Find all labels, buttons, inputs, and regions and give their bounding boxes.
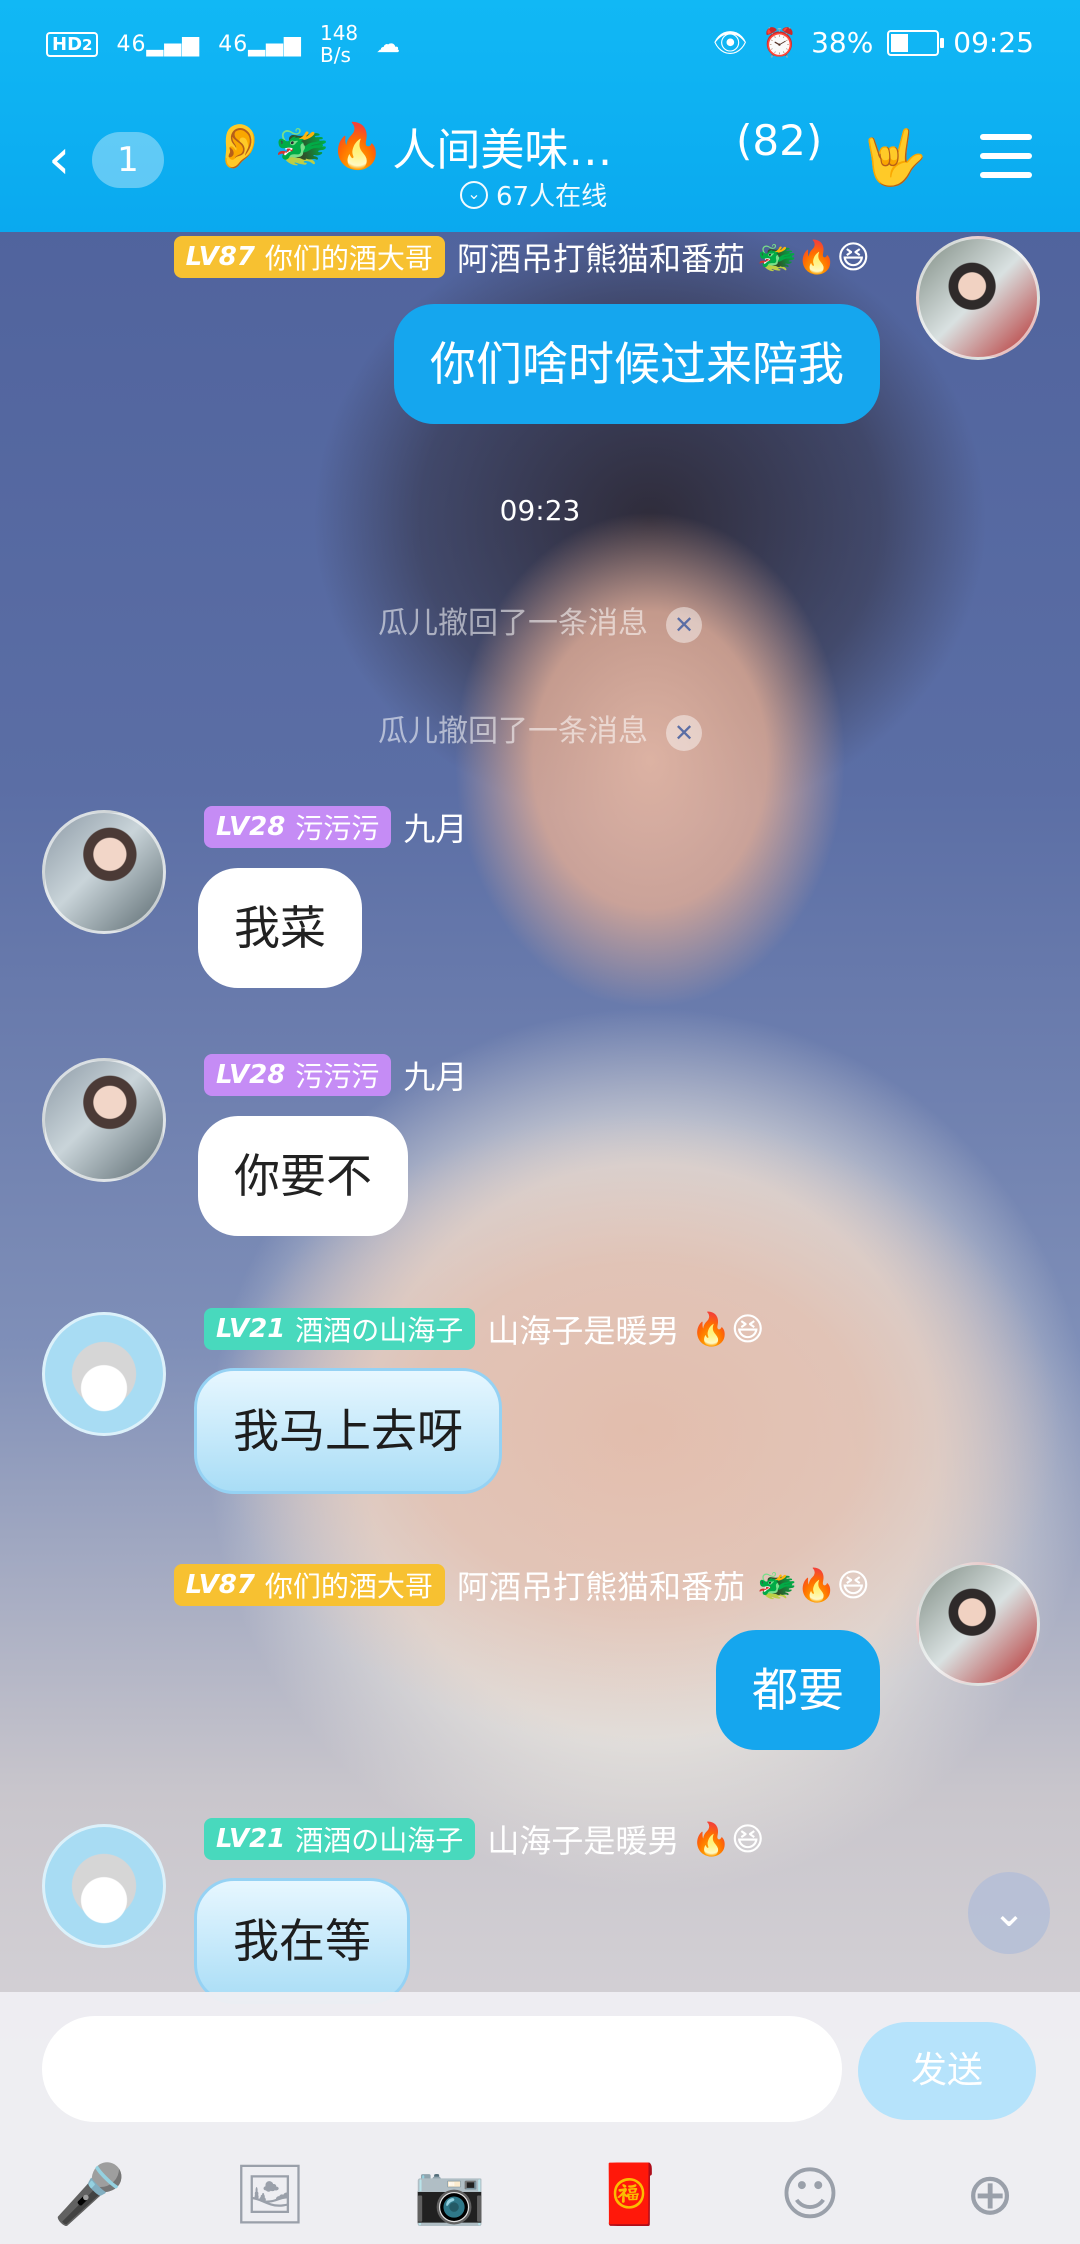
sender-meta: LV21 酒酒の山海子 山海子是暖男 🔥😆 [204, 1306, 765, 1352]
online-count: 67人在线 [496, 182, 608, 212]
title-emoji: 🐲🔥 [274, 121, 385, 172]
emoji-icon[interactable]: ☺ [768, 2152, 852, 2236]
cloud-icon: ☁ [376, 30, 401, 58]
unread-badge[interactable]: 1 [92, 132, 164, 188]
sender-emoji: 🐲🔥😆 [756, 1566, 870, 1604]
close-icon[interactable]: ✕ [666, 607, 702, 643]
sender-meta: LV87 你们的酒大哥 阿酒吊打熊猫和番茄 🐲🔥😆 [173, 234, 870, 280]
message-row: LV21 酒酒の山海子 山海子是暖男 🔥😆 我马上去呀 [0, 1306, 1080, 1546]
red-packet-icon[interactable]: 🧧 [588, 2152, 672, 2236]
signal-icon-2: 46▂▄▆ [218, 31, 302, 57]
message-bubble[interactable]: 都要 [716, 1630, 880, 1750]
status-left: HD2 46▂▄▆ 46▂▄▆ 148 B/s ☁ [46, 22, 400, 66]
level-badge: LV21 酒酒の山海子 [204, 1818, 476, 1860]
top-bar: HD2 46▂▄▆ 46▂▄▆ 148 B/s ☁ 👁 ⏰ 38% 09:25 ‹… [0, 0, 1080, 232]
message-row: LV87 你们的酒大哥 阿酒吊打熊猫和番茄 🐲🔥😆 都要 [0, 1562, 1080, 1782]
avatar[interactable] [42, 1058, 166, 1182]
input-area: 发送 🎤 🖼 📷 🧧 ☺ ⊕ [0, 1992, 1080, 2244]
message-bubble[interactable]: 你要不 [198, 1116, 408, 1236]
level-badge: LV87 你们的酒大哥 [173, 236, 445, 278]
chevron-down-icon: ⌄ [460, 180, 488, 209]
sender-emoji: 🐲🔥😆 [756, 238, 870, 276]
sender-name: 阿酒吊打熊猫和番茄 [456, 240, 745, 278]
avatar[interactable] [42, 1312, 166, 1436]
avatar[interactable] [42, 1824, 166, 1948]
avatar[interactable] [42, 810, 166, 934]
sender-meta: LV28 污污污 九月 [204, 1052, 467, 1098]
recall-notice: 瓜儿撤回了一条消息 ✕ [0, 598, 1080, 643]
sender-meta: LV87 你们的酒大哥 阿酒吊打熊猫和番茄 🐲🔥😆 [173, 1562, 870, 1608]
chat-app: HD2 46▂▄▆ 46▂▄▆ 148 B/s ☁ 👁 ⏰ 38% 09:25 ‹… [0, 0, 1080, 2244]
sender-name: 山海子是暖男 [487, 1312, 680, 1350]
level-badge: LV87 你们的酒大哥 [173, 1564, 445, 1606]
recall-notice: 瓜儿撤回了一条消息 ✕ [0, 706, 1080, 751]
message-row: LV87 你们的酒大哥 阿酒吊打熊猫和番茄 🐲🔥😆 你们啥时候过来陪我 [0, 232, 1080, 432]
message-timestamp: 09:23 [499, 494, 581, 527]
group-title[interactable]: 👂 🐲🔥 人间美味… [212, 114, 612, 178]
sender-name: 山海子是暖男 [487, 1822, 680, 1860]
avatar[interactable] [916, 236, 1040, 360]
sender-name: 九月 [403, 810, 468, 848]
message-input[interactable] [42, 2016, 842, 2122]
member-count: (82) [736, 116, 823, 165]
battery-percent: 38% [811, 26, 874, 59]
sender-meta: LV28 污污污 九月 [204, 804, 467, 850]
sender-emoji: 🔥😆 [691, 1310, 765, 1348]
close-icon[interactable]: ✕ [666, 715, 702, 751]
online-status: ⌄ 67人在线 [460, 176, 607, 213]
level-badge: LV28 污污污 [204, 806, 392, 848]
avatar[interactable] [916, 1562, 1040, 1686]
message-bubble[interactable]: 我马上去呀 [194, 1368, 502, 1494]
menu-button[interactable] [980, 134, 1032, 180]
status-right: 👁 ⏰ 38% 09:25 [713, 26, 1034, 59]
sender-name: 阿酒吊打熊猫和番茄 [456, 1568, 745, 1606]
message-bubble[interactable]: 你们啥时候过来陪我 [394, 304, 880, 424]
message-row: LV21 酒酒の山海子 山海子是暖男 🔥😆 我在等 [0, 1816, 1080, 2016]
hd-indicator: HD2 [46, 31, 99, 57]
message-list[interactable]: LV87 你们的酒大哥 阿酒吊打熊猫和番茄 🐲🔥😆 你们啥时候过来陪我 09:23… [0, 232, 1080, 2004]
scroll-to-bottom-button[interactable]: ⌄ [968, 1872, 1050, 1954]
message-bubble[interactable]: 我菜 [198, 868, 362, 988]
sender-name: 九月 [403, 1058, 468, 1096]
sender-emoji: 🔥😆 [691, 1820, 765, 1858]
chat-header: ‹ 1 👂 🐲🔥 人间美味… (82) ⌄ 67人在线 🤟 [0, 92, 1080, 232]
back-button[interactable]: ‹ [48, 130, 70, 190]
level-badge: LV21 酒酒の山海子 [204, 1308, 476, 1350]
battery-icon [887, 29, 945, 56]
plus-icon[interactable]: ⊕ [948, 2152, 1032, 2236]
eye-icon: 👁 [712, 26, 749, 59]
microphone-icon[interactable]: 🎤 [48, 2152, 132, 2236]
status-bar: HD2 46▂▄▆ 46▂▄▆ 148 B/s ☁ 👁 ⏰ 38% 09:25 [0, 0, 1080, 90]
alarm-icon: ⏰ [762, 26, 798, 59]
ear-icon: 👂 [212, 121, 267, 172]
send-button[interactable]: 发送 [858, 2022, 1036, 2120]
level-badge: LV28 污污污 [204, 1054, 392, 1096]
camera-icon[interactable]: 📷 [408, 2152, 492, 2236]
hand-gesture-icon[interactable]: 🤟 [860, 126, 927, 190]
input-toolbar: 🎤 🖼 📷 🧧 ☺ ⊕ [0, 2142, 1080, 2242]
image-icon[interactable]: 🖼 [228, 2152, 312, 2236]
message-bubble[interactable]: 我在等 [194, 1878, 410, 2004]
message-row: LV28 污污污 九月 我菜 [0, 804, 1080, 1044]
group-name: 人间美味… [392, 125, 613, 176]
sender-meta: LV21 酒酒の山海子 山海子是暖男 🔥😆 [204, 1816, 765, 1862]
message-row: LV28 污污污 九月 你要不 [0, 1052, 1080, 1292]
signal-icon-1: 46▂▄▆ [116, 31, 201, 57]
network-speed: 148 B/s [319, 21, 359, 67]
clock: 09:25 [953, 26, 1034, 59]
